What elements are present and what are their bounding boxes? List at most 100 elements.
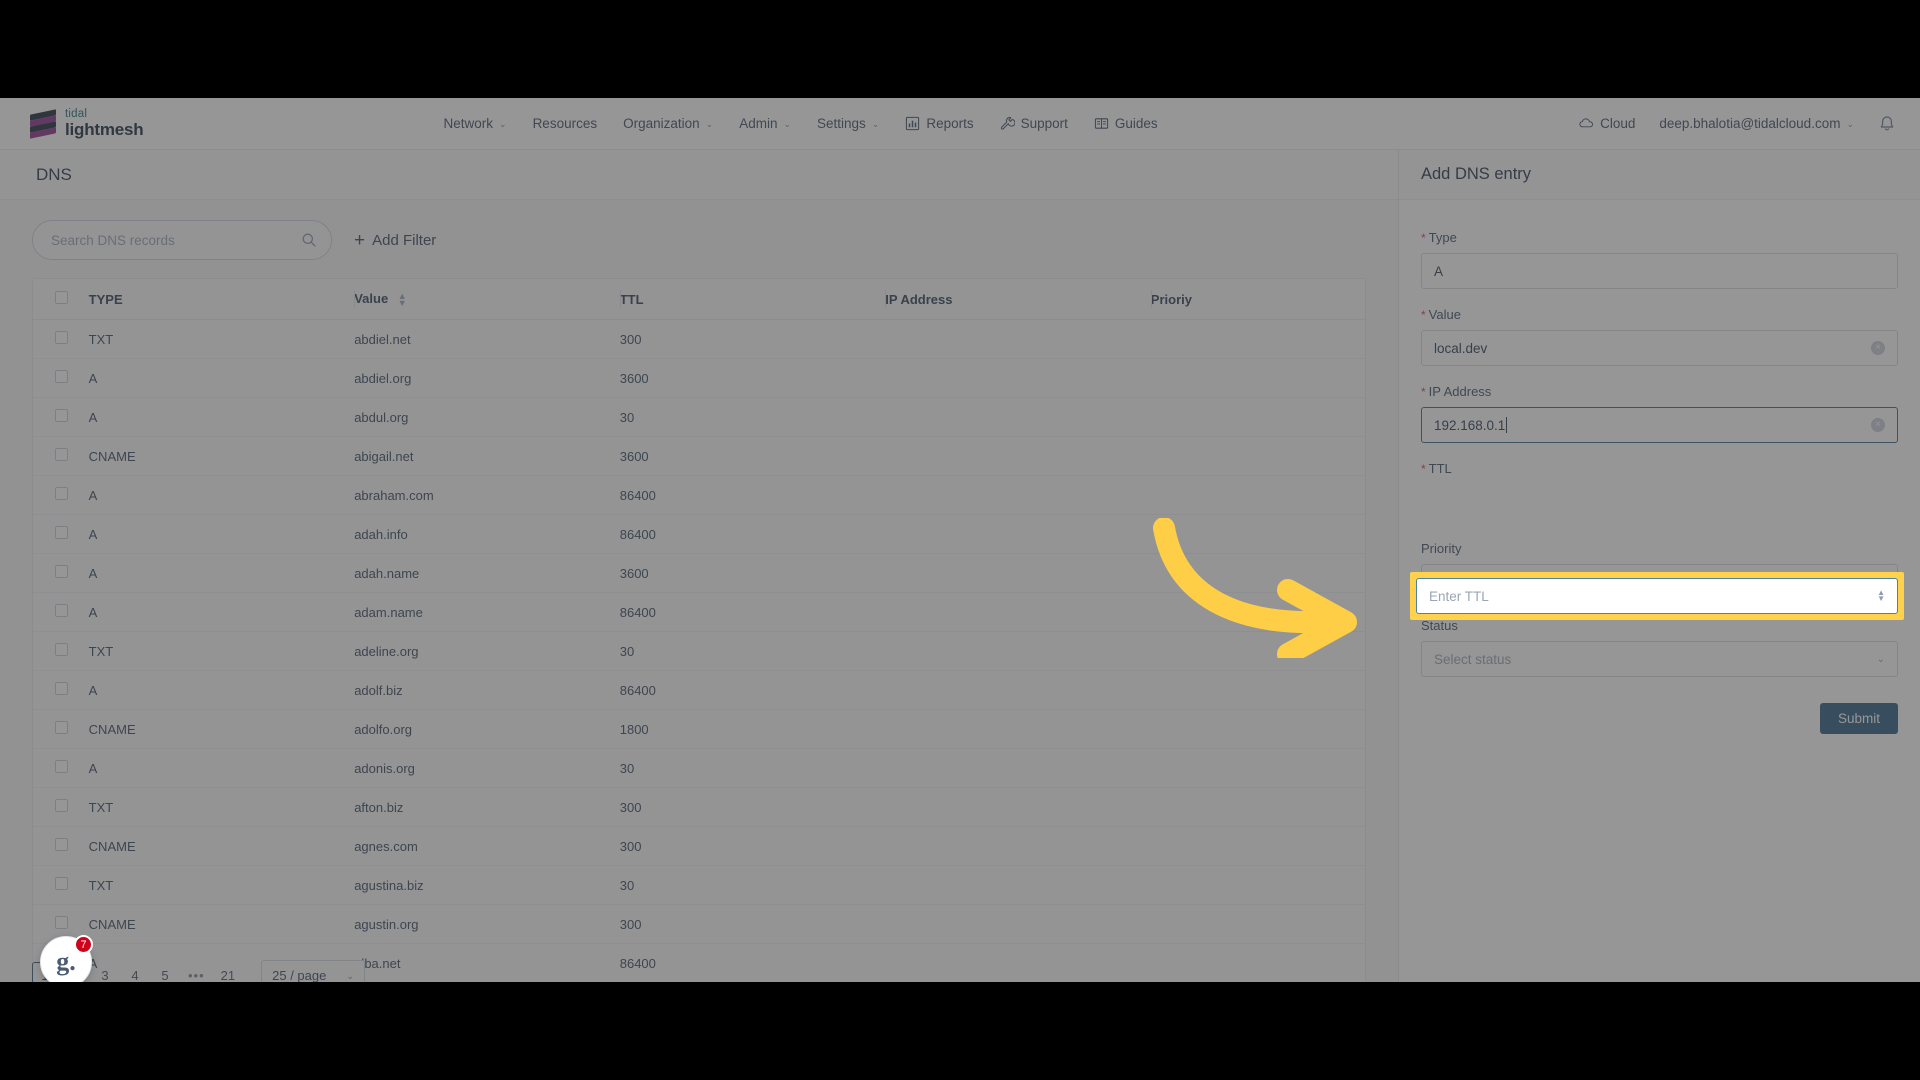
row-select-cell[interactable] (33, 436, 89, 476)
row-checkbox[interactable] (55, 760, 68, 773)
row-checkbox[interactable] (55, 916, 68, 929)
per-page-selector[interactable]: 25 / page ⌄ (261, 960, 365, 982)
search-input[interactable] (51, 232, 301, 248)
nav-label: Cloud (1600, 116, 1636, 131)
number-stepper-icon[interactable]: ▲ ▼ (1877, 589, 1885, 603)
nav-right-cluster: Cloud deep.bhalotia@tidalcloud.com ⌄ (1579, 115, 1896, 133)
pagination-page-3[interactable]: 3 (92, 962, 118, 983)
brand-logo[interactable]: tidal lightmesh (30, 108, 144, 140)
cell-value: agnes.com (354, 826, 620, 866)
row-checkbox[interactable] (55, 604, 68, 617)
clear-icon[interactable]: × (1871, 341, 1885, 355)
chevron-down-icon: ⌄ (783, 119, 791, 129)
column-header-value[interactable]: Value ▲ ▼ (354, 279, 620, 320)
row-checkbox[interactable] (55, 370, 68, 383)
table-row[interactable]: CNAME adolfo.org 1800 (33, 709, 1365, 749)
row-select-cell[interactable] (33, 631, 89, 671)
row-select-cell[interactable] (33, 865, 89, 905)
table-row[interactable]: TXT abdiel.net 300 (33, 319, 1365, 359)
required-marker: * (1421, 231, 1426, 245)
pagination-page-4[interactable]: 4 (122, 962, 148, 983)
nav-label: Reports (926, 116, 974, 131)
row-select-cell[interactable] (33, 319, 89, 359)
row-checkbox[interactable] (55, 331, 68, 344)
cell-ip-address (885, 514, 1151, 554)
nav-item-support[interactable]: Support (1000, 116, 1068, 131)
select-all-header[interactable] (33, 279, 89, 320)
row-checkbox[interactable] (55, 526, 68, 539)
row-checkbox[interactable] (55, 799, 68, 812)
nav-item-admin[interactable]: Admin ⌄ (739, 116, 791, 131)
column-header-ip-address[interactable]: IP Address (885, 279, 1151, 320)
column-header-type[interactable]: TYPE (88, 279, 355, 320)
row-checkbox[interactable] (55, 721, 68, 734)
cell-ip-address (885, 944, 1151, 983)
table-row[interactable]: TXT afton.biz 300 (33, 787, 1365, 827)
row-select-cell[interactable] (33, 709, 89, 749)
row-checkbox[interactable] (55, 682, 68, 695)
bell-icon[interactable] (1878, 115, 1896, 133)
table-row[interactable]: CNAME agustin.org 300 (33, 904, 1365, 944)
cell-ttl: 300 (619, 904, 886, 944)
submit-button[interactable]: Submit (1819, 703, 1898, 734)
nav-item-reports[interactable]: Reports (905, 116, 974, 131)
pagination-last-page[interactable]: 21 (215, 962, 241, 983)
table-row[interactable]: Aabdul.org 30 (33, 397, 1365, 437)
cell-ttl: 86400 (619, 514, 886, 554)
select-all-checkbox[interactable] (55, 291, 68, 304)
table-row[interactable]: Aadolf.biz 86400 (33, 670, 1365, 710)
cell-value: abdiel.org (354, 358, 620, 398)
search-dns-records-box[interactable] (32, 220, 332, 260)
cell-ttl: 30 (619, 748, 886, 788)
table-row[interactable]: CNAME abigail.net 3600 (33, 436, 1365, 476)
column-header-priority[interactable]: Prioriy (1150, 279, 1365, 320)
row-checkbox[interactable] (55, 643, 68, 656)
type-value: A (1434, 263, 1444, 279)
row-checkbox[interactable] (55, 565, 68, 578)
ttl-input[interactable]: Enter TTL ▲ ▼ (1416, 578, 1898, 614)
field-ttl-label: * TTL (1421, 461, 1452, 476)
row-select-cell[interactable] (33, 826, 89, 866)
sort-icon[interactable]: ▲ ▼ (398, 291, 407, 307)
row-select-cell[interactable] (33, 397, 89, 437)
guide-help-widget[interactable]: g. 7 (40, 935, 93, 982)
column-header-ttl[interactable]: TTL (619, 279, 886, 320)
chevron-down-icon: ⌄ (705, 119, 714, 129)
row-select-cell[interactable] (33, 553, 89, 593)
row-select-cell[interactable] (33, 592, 89, 632)
nav-item-guides[interactable]: Guides (1094, 116, 1158, 131)
nav-item-network[interactable]: Network ⌄ (444, 116, 507, 131)
user-account-menu[interactable]: deep.bhalotia@tidalcloud.com ⌄ (1659, 116, 1854, 131)
clear-icon[interactable]: × (1871, 418, 1885, 432)
row-select-cell[interactable] (33, 514, 89, 554)
row-checkbox[interactable] (55, 487, 68, 500)
status-select[interactable]: Select status ⌄ (1421, 641, 1898, 677)
table-row[interactable]: Aabraham.com 86400 (33, 475, 1365, 515)
row-checkbox[interactable] (55, 877, 68, 890)
row-checkbox[interactable] (55, 448, 68, 461)
per-page-label: 25 / page (272, 967, 327, 983)
row-select-cell[interactable] (33, 475, 89, 515)
row-checkbox[interactable] (55, 838, 68, 851)
search-icon[interactable] (301, 232, 317, 248)
type-select[interactable]: A (1421, 253, 1898, 289)
row-select-cell[interactable] (33, 748, 89, 788)
nav-item-resources[interactable]: Resources (533, 116, 598, 131)
ip-address-input[interactable]: 192.168.0.1 × (1421, 407, 1898, 443)
value-input[interactable]: local.dev × (1421, 330, 1898, 366)
add-filter-button[interactable]: + Add Filter (354, 231, 436, 250)
nav-item-organization[interactable]: Organization ⌄ (623, 116, 713, 131)
table-row[interactable]: TXT agustina.biz 30 (33, 865, 1365, 905)
table-row[interactable]: CNAME agnes.com 300 (33, 826, 1365, 866)
table-row[interactable]: Aadonis.org 30 (33, 748, 1365, 788)
pagination-page-5[interactable]: 5 (152, 962, 178, 983)
guide-badge-count: 7 (74, 935, 93, 954)
nav-item-cloud[interactable]: Cloud (1579, 116, 1635, 131)
field-value-label: * Value (1421, 307, 1461, 322)
table-row[interactable]: Aabdiel.org 3600 (33, 358, 1365, 398)
row-select-cell[interactable] (33, 358, 89, 398)
row-select-cell[interactable] (33, 787, 89, 827)
row-select-cell[interactable] (33, 670, 89, 710)
row-checkbox[interactable] (55, 409, 68, 422)
nav-item-settings[interactable]: Settings ⌄ (817, 116, 879, 131)
